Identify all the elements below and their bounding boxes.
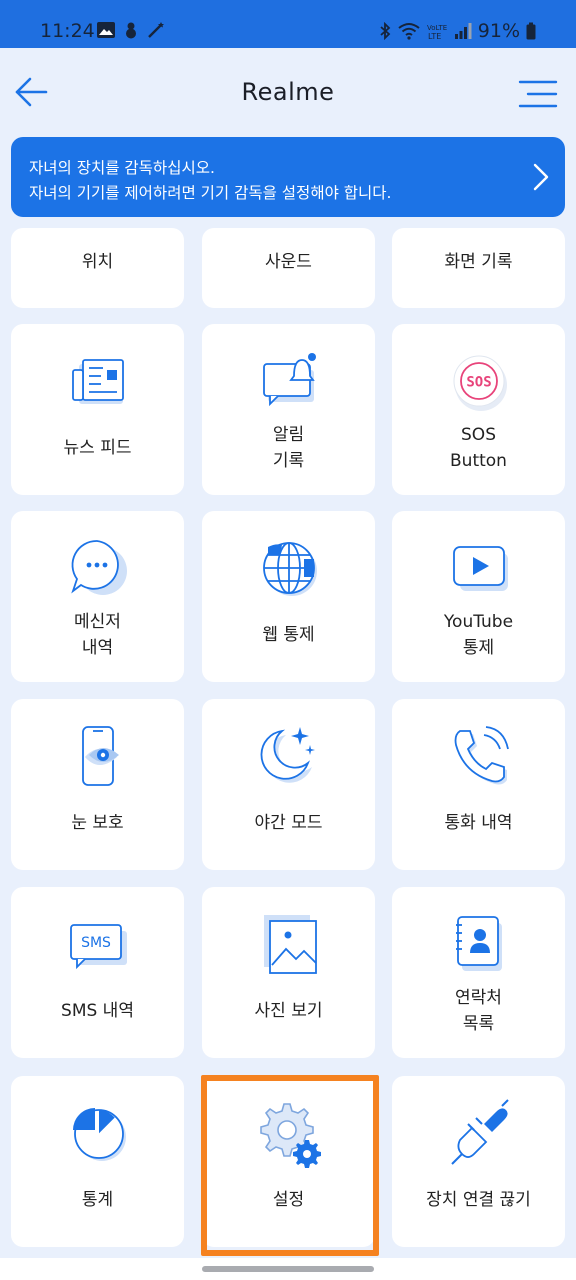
newspaper-icon (71, 359, 124, 404)
feature-sos-button[interactable]: SOS SOS Button (392, 324, 565, 495)
feature-call-history[interactable]: 통화 내역 (392, 699, 565, 870)
wifi-icon (398, 23, 420, 40)
sos-badge-text: SOS (466, 375, 491, 391)
feature-label: 뉴스 피드 (63, 438, 132, 458)
status-right-icons: VoLTE LTE 91% (378, 20, 536, 42)
sms-message-icon: SMS (69, 924, 127, 970)
feature-label: 사운드 (265, 252, 312, 272)
phone-call-icon (454, 726, 509, 785)
pie-chart-icon (72, 1108, 126, 1161)
feature-photo-view[interactable]: 사진 보기 (202, 887, 375, 1058)
chevron-right-icon (533, 163, 549, 191)
battery-percent: 91% (477, 20, 520, 42)
moon-stars-icon (260, 727, 315, 783)
sos-icon: SOS (453, 355, 507, 411)
feature-news-feed[interactable]: 뉴스 피드 (11, 324, 184, 495)
status-bar: 11:24 VoLTE LTE 91% (0, 0, 576, 48)
play-video-icon (452, 546, 508, 591)
feature-label: 메신저 (74, 612, 121, 632)
battery-icon (526, 22, 536, 40)
status-left-icons (96, 21, 166, 39)
page-title: Realme (241, 78, 335, 106)
feature-settings[interactable]: 설정 (202, 1076, 375, 1247)
signal-icon (454, 23, 472, 39)
feature-label: 기록 (272, 451, 305, 471)
feature-location[interactable]: 위치 (11, 228, 184, 308)
image-icon (263, 915, 317, 974)
eye-phone-icon (81, 726, 119, 786)
feature-grid: 위치 사운드 화면 기록 뉴스 피드 알림 기록 SOS SOS Button … (0, 228, 576, 1258)
bluetooth-icon (380, 22, 391, 40)
svg-text:VoLTE: VoLTE (427, 24, 447, 32)
feature-notification-history[interactable]: 알림 기록 (202, 324, 375, 495)
snowman-icon (126, 22, 136, 39)
volte-lte-icon: VoLTELTE (427, 24, 447, 40)
contact-book-icon (455, 916, 502, 971)
chat-bubble-icon (70, 540, 127, 595)
status-time: 11:24 (40, 20, 95, 42)
feature-web-control[interactable]: 웹 통제 (202, 511, 375, 682)
magic-wand-icon (148, 22, 164, 38)
banner-subtitle: 자녀의 기기를 제어하려면 기기 감독을 설정해야 합니다. (29, 184, 392, 202)
top-app-bar: Realme (0, 48, 576, 138)
feature-sms-history[interactable]: SMS SMS 내역 (11, 887, 184, 1058)
feature-statistics[interactable]: 통계 (11, 1076, 184, 1247)
gallery-icon (97, 22, 115, 38)
feature-night-mode[interactable]: 야간 모드 (202, 699, 375, 870)
feature-sound[interactable]: 사운드 (202, 228, 375, 308)
feature-label: YouTube (443, 612, 514, 632)
notification-bell-icon (262, 353, 316, 407)
feature-contacts-list[interactable]: 연락처 목록 (392, 887, 565, 1058)
feature-label: Button (450, 451, 507, 471)
feature-messenger-history[interactable]: 메신저 내역 (11, 511, 184, 682)
feature-label: 사진 보기 (254, 1001, 323, 1021)
home-indicator[interactable] (202, 1266, 374, 1272)
feature-label: 내역 (81, 638, 114, 658)
menu-icon[interactable] (518, 76, 558, 112)
feature-label: 연락처 (455, 988, 502, 1008)
feature-label: 눈 보호 (71, 813, 124, 833)
feature-label: 위치 (81, 252, 114, 272)
gear-icon (259, 1103, 321, 1168)
feature-label: 통화 내역 (444, 813, 513, 833)
feature-label: 목록 (462, 1014, 495, 1034)
feature-label: 야간 모드 (254, 813, 323, 833)
feature-label: 설정 (272, 1190, 305, 1210)
plug-disconnect-icon (450, 1099, 509, 1165)
feature-eye-protection[interactable]: 눈 보호 (11, 699, 184, 870)
feature-screen-record[interactable]: 화면 기록 (392, 228, 565, 308)
banner-title: 자녀의 장치를 감독하십시오. (29, 159, 215, 177)
feature-label: 통계 (81, 1190, 114, 1210)
feature-label: 알림 (272, 425, 305, 445)
supervision-banner[interactable]: 자녀의 장치를 감독하십시오. 자녀의 기기를 제어하려면 기기 감독을 설정해… (11, 137, 565, 217)
feature-youtube-control[interactable]: YouTube 통제 (392, 511, 565, 682)
svg-text:LTE: LTE (428, 32, 441, 40)
sms-badge-text: SMS (81, 935, 111, 951)
feature-label: SOS (461, 425, 496, 445)
feature-label: SMS 내역 (61, 1001, 134, 1021)
feature-label: 장치 연결 끊기 (426, 1190, 531, 1210)
feature-label: 웹 통제 (262, 625, 315, 645)
globe-icon (262, 542, 317, 596)
feature-disconnect-device[interactable]: 장치 연결 끊기 (392, 1076, 565, 1247)
feature-label: 화면 기록 (444, 252, 513, 272)
feature-label: 통제 (462, 638, 495, 658)
